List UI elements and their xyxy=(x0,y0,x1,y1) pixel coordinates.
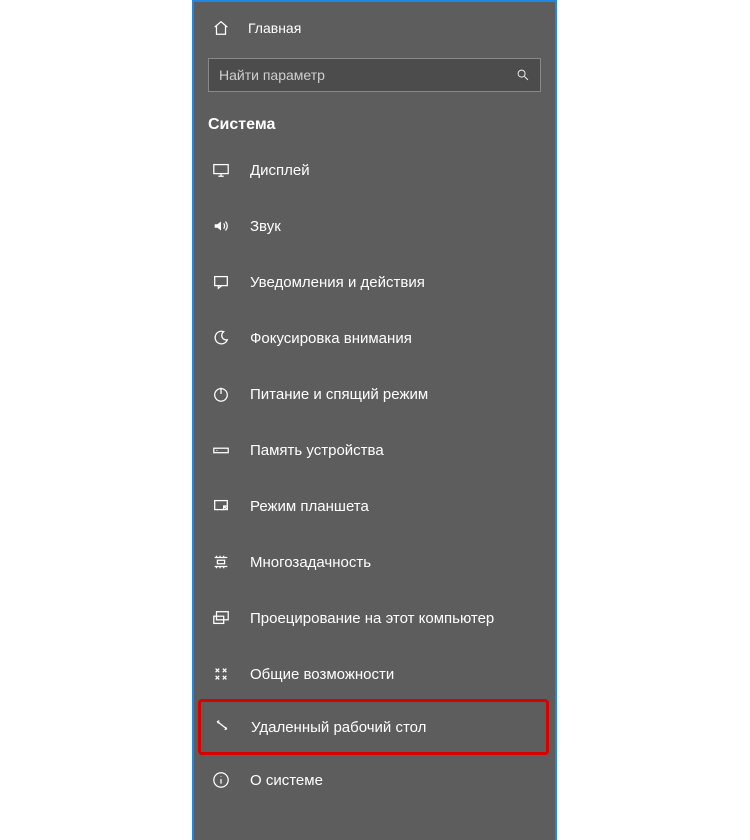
nav-item-notifications[interactable]: Уведомления и действия xyxy=(194,254,555,310)
nav-item-storage[interactable]: Память устройства xyxy=(194,422,555,478)
nav-list: Дисплей Звук Уведомления и действия Фокусир… xyxy=(194,142,555,808)
nav-home[interactable]: Главная xyxy=(194,8,555,48)
nav-item-label: Многозадачность xyxy=(250,554,371,571)
nav-item-label: О системе xyxy=(250,772,323,789)
shared-icon xyxy=(212,665,230,683)
nav-item-label: Удаленный рабочий стол xyxy=(251,719,426,736)
remote-icon xyxy=(213,718,231,736)
section-title: Система xyxy=(194,94,555,142)
search-box[interactable] xyxy=(208,58,541,92)
multitask-icon xyxy=(212,553,230,571)
search-icon xyxy=(516,68,530,82)
info-icon xyxy=(212,771,230,789)
nav-item-focus[interactable]: Фокусировка внимания xyxy=(194,310,555,366)
nav-item-label: Уведомления и действия xyxy=(250,274,425,291)
nav-item-label: Дисплей xyxy=(250,162,310,179)
nav-item-about[interactable]: О системе xyxy=(194,752,555,808)
nav-item-projecting[interactable]: Проецирование на этот компьютер xyxy=(194,590,555,646)
nav-item-multitask[interactable]: Многозадачность xyxy=(194,534,555,590)
nav-item-label: Питание и спящий режим xyxy=(250,386,428,403)
tablet-icon xyxy=(212,497,230,515)
nav-item-label: Режим планшета xyxy=(250,498,369,515)
nav-item-sound[interactable]: Звук xyxy=(194,198,555,254)
nav-item-label: Общие возможности xyxy=(250,666,394,683)
nav-item-label: Проецирование на этот компьютер xyxy=(250,610,494,627)
project-icon xyxy=(212,609,230,627)
home-icon xyxy=(212,19,230,37)
storage-icon xyxy=(212,441,230,459)
moon-icon xyxy=(212,329,230,347)
nav-item-shared[interactable]: Общие возможности xyxy=(194,646,555,702)
nav-item-label: Память устройства xyxy=(250,442,384,459)
search-input[interactable] xyxy=(219,67,516,83)
power-icon xyxy=(212,385,230,403)
nav-item-power[interactable]: Питание и спящий режим xyxy=(194,366,555,422)
sound-icon xyxy=(212,217,230,235)
settings-sidebar: Главная Система Дисплей Звук Уведомления и… xyxy=(192,0,557,840)
nav-item-label: Звук xyxy=(250,218,281,235)
nav-item-display[interactable]: Дисплей xyxy=(194,142,555,198)
nav-item-tablet[interactable]: Режим планшета xyxy=(194,478,555,534)
nav-home-label: Главная xyxy=(248,20,301,36)
nav-item-remote[interactable]: Удаленный рабочий стол xyxy=(198,699,549,755)
monitor-icon xyxy=(212,161,230,179)
notification-icon xyxy=(212,273,230,291)
nav-item-label: Фокусировка внимания xyxy=(250,330,412,347)
